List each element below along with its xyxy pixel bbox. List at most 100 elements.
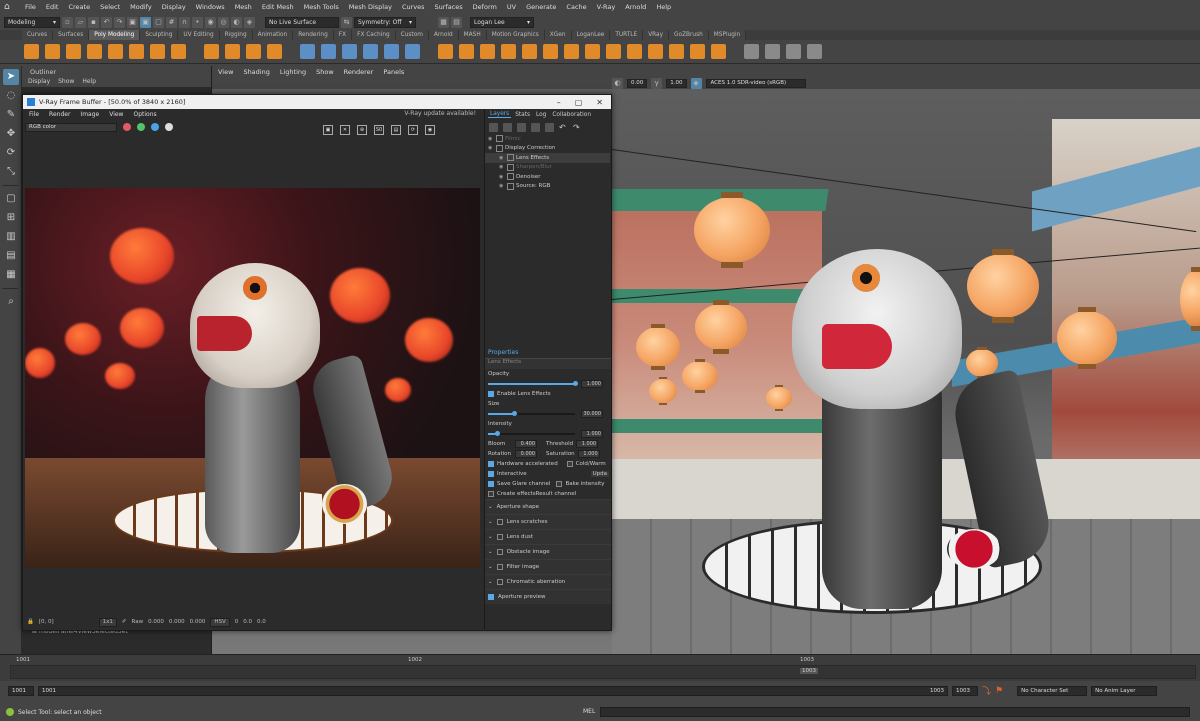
interactive-checkbox[interactable] <box>488 471 494 477</box>
viewport-menu-shading[interactable]: Shading <box>243 68 269 76</box>
menu-vray[interactable]: V-Ray <box>592 3 621 11</box>
end-time-field[interactable]: 1003 <box>952 685 978 696</box>
visibility-icon[interactable]: ◉ <box>499 164 507 170</box>
multi-cut-icon[interactable] <box>564 44 579 59</box>
extrude-icon[interactable] <box>438 44 453 59</box>
interactive-row[interactable]: Interactive Upda <box>485 469 611 479</box>
poly-cube-icon[interactable] <box>45 44 60 59</box>
offset-edge-loop-icon[interactable] <box>606 44 621 59</box>
blue-channel-icon[interactable] <box>151 123 159 131</box>
quad-draw-icon[interactable] <box>669 44 684 59</box>
render-image[interactable] <box>25 188 480 568</box>
bridge-icon[interactable] <box>480 44 495 59</box>
menu-windows[interactable]: Windows <box>191 3 230 11</box>
slide-edge-icon[interactable] <box>627 44 642 59</box>
menu-mesh-tools[interactable]: Mesh Tools <box>299 3 344 11</box>
start-time-field[interactable]: 1001 <box>8 685 34 696</box>
shelf-tab-curves[interactable]: Curves <box>22 30 54 40</box>
save-glare-row[interactable]: Save Glare channel Bake intensity <box>485 479 611 489</box>
shelf-tab-gozbrush[interactable]: GoZBrush <box>669 30 709 40</box>
visibility-icon[interactable]: ◉ <box>499 155 507 161</box>
menu-help[interactable]: Help <box>651 3 676 11</box>
anim-layer-dropdown[interactable]: No Anim Layer <box>1091 685 1158 696</box>
outliner-menu-show[interactable]: Show <box>58 78 74 86</box>
paint-select-tool-icon[interactable]: ✎ <box>3 107 19 123</box>
clear-image-icon[interactable]: ✕ <box>340 125 350 135</box>
slider-knob[interactable] <box>494 431 500 436</box>
platonic-solid-icon[interactable] <box>171 44 186 59</box>
vray-update-notice[interactable]: V-Ray update available! <box>404 110 476 117</box>
shelf-tab-fx[interactable]: FX <box>333 30 353 40</box>
poly-cone-icon[interactable] <box>87 44 102 59</box>
filter-image-expander[interactable]: ⌄ Filter image <box>485 559 611 574</box>
obstacle-image-checkbox[interactable] <box>496 549 503 555</box>
menu-edit-mesh[interactable]: Edit Mesh <box>257 3 299 11</box>
create-effects-row[interactable]: Create effectsResult channel <box>485 489 611 499</box>
separate-icon[interactable] <box>321 44 336 59</box>
enable-lens-effects-row[interactable]: Enable Lens Effects <box>485 389 611 399</box>
shelf-tab-rigging[interactable]: Rigging <box>219 30 253 40</box>
lasso-tool-icon[interactable]: ◌ <box>3 88 19 104</box>
viewport-menu-view[interactable]: View <box>218 68 233 76</box>
menu-generate[interactable]: Generate <box>521 3 561 11</box>
green-channel-icon[interactable] <box>137 123 145 131</box>
visibility-icon[interactable]: ◉ <box>488 136 496 142</box>
target-weld-icon[interactable] <box>648 44 663 59</box>
shelf-tab-mash[interactable]: MASH <box>458 30 487 40</box>
lock-icon[interactable]: 🔒 <box>27 619 34 625</box>
smooth-icon[interactable] <box>342 44 357 59</box>
shelf-tab-arnold[interactable]: Arnold <box>428 30 459 40</box>
uv-editor-icon[interactable] <box>744 44 759 59</box>
bevel-icon[interactable] <box>459 44 474 59</box>
menu-deform[interactable]: Deform <box>468 3 502 11</box>
lens-scratches-checkbox[interactable] <box>496 519 503 525</box>
bake-intensity-checkbox[interactable] <box>556 481 563 487</box>
search-icon[interactable]: ⌕ <box>3 294 19 310</box>
svg-tool-icon[interactable] <box>267 44 282 59</box>
layer-item[interactable]: ◉ Filmic <box>485 134 610 144</box>
size-slider[interactable] <box>488 411 575 417</box>
intensity-slider[interactable] <box>488 431 575 437</box>
save-image-icon[interactable]: ▤ <box>391 125 401 135</box>
visibility-icon[interactable]: ◉ <box>488 145 496 151</box>
mirror-icon[interactable] <box>384 44 399 59</box>
enable-lens-effects-checkbox[interactable] <box>488 391 494 397</box>
select-object-icon[interactable]: ▣ <box>140 16 151 28</box>
mel-label[interactable]: MEL <box>583 708 595 715</box>
layer-menu-icon[interactable] <box>545 122 554 132</box>
single-view-icon[interactable]: ▢ <box>3 191 19 207</box>
shelf-tab-rendering[interactable]: Rendering <box>293 30 334 40</box>
maya-home-icon[interactable]: ⌂ <box>4 2 14 12</box>
bloom-field[interactable]: 0.400 <box>515 440 537 448</box>
layer-item[interactable]: ◉ Lens Effects <box>485 153 610 163</box>
opacity-field[interactable]: 1.000 <box>581 380 603 388</box>
poly-plane-icon[interactable] <box>129 44 144 59</box>
visibility-icon[interactable]: ◉ <box>499 174 507 180</box>
maximize-icon[interactable]: ▢ <box>575 98 583 107</box>
hardware-accelerated-checkbox[interactable] <box>488 461 494 467</box>
circularize-icon[interactable] <box>690 44 705 59</box>
layer-item[interactable]: ◉ Source: RGB <box>485 182 610 192</box>
lens-dust-checkbox[interactable] <box>496 534 503 540</box>
lens-dust-expander[interactable]: ⌄ Lens dust <box>485 529 611 544</box>
boolean-icon[interactable] <box>363 44 378 59</box>
planar-map-icon[interactable] <box>765 44 780 59</box>
poly-disc-icon[interactable] <box>150 44 165 59</box>
type-tool-icon[interactable] <box>246 44 261 59</box>
symmetry-dropdown[interactable]: Symmetry: Off ▾ <box>354 16 416 28</box>
shelf-tab-animation[interactable]: Animation <box>252 30 294 40</box>
snap-point-icon[interactable]: • <box>192 16 203 28</box>
exposure-field[interactable]: 0.00 <box>627 78 648 88</box>
viewport-menu-panels[interactable]: Panels <box>383 68 404 76</box>
aperture-shape-expander[interactable]: ⌄ Aperture shape <box>485 499 611 514</box>
menu-surfaces[interactable]: Surfaces <box>430 3 468 11</box>
playback-range-bar[interactable]: 1001 1003 <box>38 685 948 696</box>
menu-curves[interactable]: Curves <box>397 3 430 11</box>
chromatic-aberration-checkbox[interactable] <box>496 579 503 585</box>
menu-file[interactable]: File <box>20 3 41 11</box>
select-component-icon[interactable]: ▢ <box>153 16 164 28</box>
time-slider-track[interactable] <box>10 665 1196 679</box>
select-tool-icon[interactable]: ➤ <box>3 69 19 85</box>
character-set-dropdown[interactable]: No Character Set <box>1017 685 1088 696</box>
menu-select[interactable]: Select <box>95 3 125 11</box>
